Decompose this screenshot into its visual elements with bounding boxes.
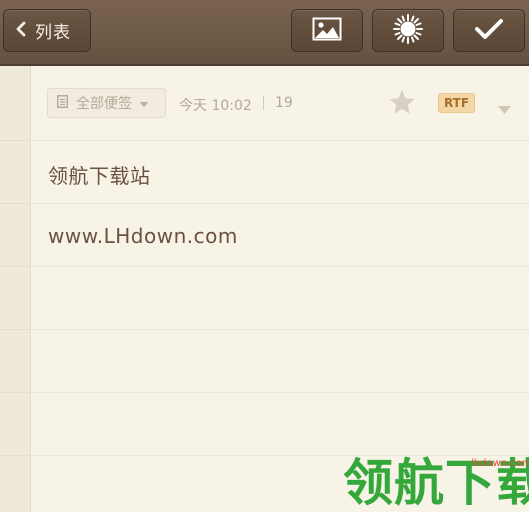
- back-button-label: 列表: [35, 23, 71, 43]
- brightness-icon: [392, 13, 424, 49]
- rtf-format-badge[interactable]: RTF: [438, 93, 475, 113]
- ruled-line: [32, 392, 529, 393]
- site-watermark: 领航下载 lhdown.com: [343, 447, 529, 512]
- note-icon: [57, 94, 68, 112]
- chevron-down-icon: [140, 95, 148, 111]
- star-icon[interactable]: [388, 89, 416, 119]
- done-button[interactable]: [453, 9, 525, 52]
- margin-rule: [0, 140, 31, 141]
- watermark-url: lhdown.com: [471, 458, 529, 469]
- ruled-line: [32, 140, 529, 141]
- left-margin-strip: [0, 66, 31, 512]
- margin-rule: [0, 392, 31, 393]
- checkmark-icon: [474, 17, 504, 45]
- chevron-down-icon[interactable]: [498, 99, 511, 118]
- category-label: 全部便签: [76, 96, 132, 112]
- insert-image-button[interactable]: [291, 9, 363, 52]
- margin-rule: [0, 455, 31, 456]
- ruled-line: [32, 266, 529, 267]
- top-toolbar: 列表: [0, 0, 529, 66]
- margin-rule: [0, 266, 31, 267]
- margin-rule: [0, 329, 31, 330]
- note-editor[interactable]: 全部便签 今天 10:02 19 RTF 领航下载站 www.LHdown.co…: [32, 66, 529, 512]
- note-text-line: 领航下载站: [48, 164, 151, 188]
- ruled-line: [32, 329, 529, 330]
- back-to-list-button[interactable]: 列表: [3, 9, 91, 52]
- chevron-left-icon: [16, 21, 26, 41]
- character-count: 19: [275, 95, 293, 111]
- note-meta-bar: 全部便签 今天 10:02 19 RTF: [32, 66, 529, 140]
- ruled-line: [32, 203, 529, 204]
- image-icon: [312, 17, 342, 45]
- note-text-line: www.LHdown.com: [48, 224, 238, 248]
- theme-toggle-button[interactable]: [372, 9, 444, 52]
- category-dropdown[interactable]: 全部便签: [47, 88, 166, 118]
- note-timestamp: 今天 10:02: [179, 98, 252, 114]
- margin-rule: [0, 203, 31, 204]
- meta-divider: [263, 96, 264, 110]
